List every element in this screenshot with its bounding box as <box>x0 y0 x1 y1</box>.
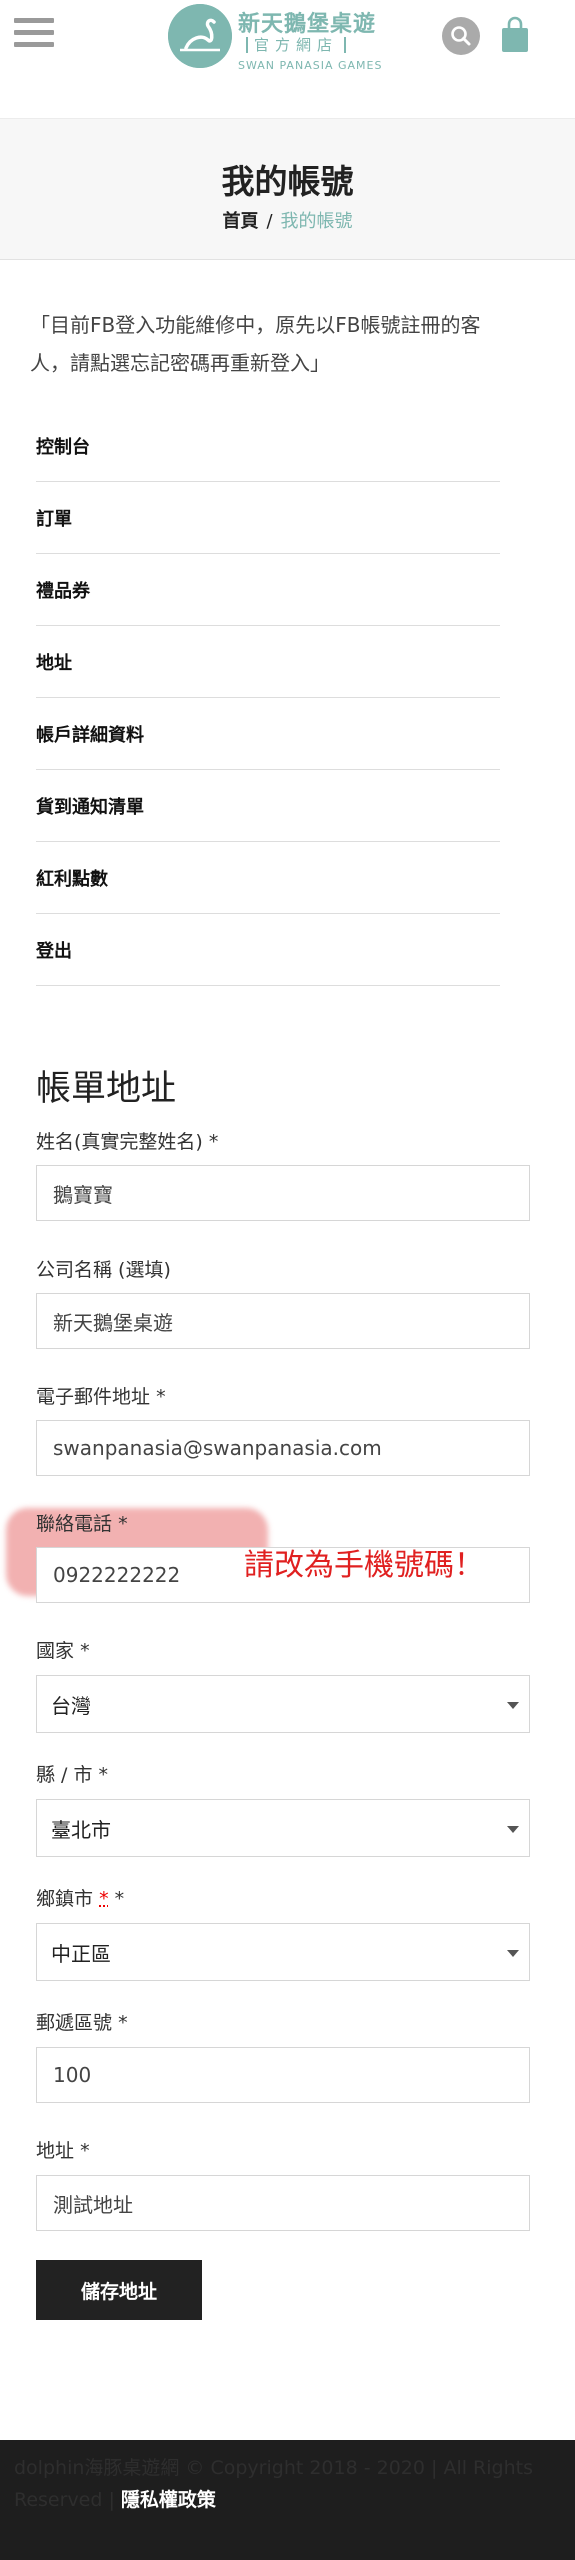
email-label: 電子郵件地址 * <box>36 1386 166 1408</box>
country-label: 國家 * <box>36 1640 90 1662</box>
shopping-bag-icon <box>502 16 528 52</box>
nav-item-back-in-stock-list[interactable]: 貨到通知清單 <box>36 770 500 842</box>
chevron-down-icon <box>507 1950 519 1957</box>
county-label: 縣 / 市 * <box>36 1764 109 1786</box>
nav-item-reward-points[interactable]: 紅利點數 <box>36 842 500 914</box>
company-label: 公司名稱 (選填) <box>36 1259 171 1281</box>
breadcrumb-home-link[interactable]: 首頁 <box>222 211 258 232</box>
breadcrumb-separator: / <box>266 211 273 232</box>
privacy-policy-link[interactable]: 隱私權政策 <box>121 2489 216 2511</box>
township-value: 中正區 <box>51 1941 111 1966</box>
search-button[interactable] <box>442 17 480 55</box>
address-label: 地址 * <box>36 2140 90 2162</box>
swan-logo-icon <box>168 4 232 68</box>
site-logo[interactable]: 新天鵝堡桌遊 官方網店 SWAN PANASIA GAMES <box>168 2 388 72</box>
country-select[interactable]: 台灣 <box>36 1675 530 1733</box>
county-value: 臺北市 <box>51 1817 111 1842</box>
logo-english: SWAN PANASIA GAMES <box>238 59 383 72</box>
chevron-down-icon <box>507 1702 519 1709</box>
address-field[interactable]: 測試地址 <box>36 2175 530 2231</box>
billing-address-title: 帳單地址 <box>36 1069 177 1109</box>
nav-item-gift-cards[interactable]: 禮品券 <box>36 554 500 626</box>
account-navigation: 控制台 訂單 禮品券 地址 帳戶詳細資料 貨到通知清單 紅利點數 登出 <box>36 410 500 986</box>
nav-item-addresses[interactable]: 地址 <box>36 626 500 698</box>
country-value: 台灣 <box>51 1693 91 1718</box>
email-field[interactable]: swanpanasia@swanpanasia.com <box>36 1420 530 1476</box>
zip-field[interactable]: 100 <box>36 2047 530 2103</box>
name-label: 姓名(真實完整姓名) * <box>36 1131 219 1153</box>
footer-copyright: dolphin海豚桌遊網 © Copyright 2018 - 2020 | A… <box>14 2457 533 2511</box>
site-header: 新天鵝堡桌遊 官方網店 SWAN PANASIA GAMES <box>0 0 575 118</box>
search-icon <box>451 26 471 46</box>
hamburger-menu-icon[interactable] <box>14 18 54 54</box>
nav-item-orders[interactable]: 訂單 <box>36 482 500 554</box>
township-label: 鄉鎮市 * * <box>36 1888 125 1910</box>
page-title: 我的帳號 <box>221 162 354 201</box>
nav-item-dashboard[interactable]: 控制台 <box>36 410 500 482</box>
nav-item-account-details[interactable]: 帳戶詳細資料 <box>36 698 500 770</box>
page-title-band: 我的帳號 首頁 / 我的帳號 <box>0 118 575 260</box>
township-select[interactable]: 中正區 <box>36 1923 530 1981</box>
nav-item-logout[interactable]: 登出 <box>36 914 500 986</box>
breadcrumb: 首頁 / 我的帳號 <box>0 207 575 233</box>
logo-name: 新天鵝堡桌遊 <box>238 12 377 37</box>
company-field[interactable]: 新天鵝堡桌遊 <box>36 1293 530 1349</box>
breadcrumb-current: 我的帳號 <box>280 211 353 232</box>
zip-label: 郵遞區號 * <box>36 2012 128 2034</box>
fb-login-notice: 「目前FB登入功能維修中，原先以FB帳號註冊的客人，請點選忘記密碼再重新登入」 <box>30 313 481 375</box>
logo-subtitle: 官方網店 <box>246 37 347 53</box>
save-address-button[interactable]: 儲存地址 <box>36 2260 202 2320</box>
cart-button[interactable] <box>500 16 530 54</box>
name-field[interactable]: 鵝寶寶 <box>36 1165 530 1221</box>
phone-annotation: 請改為手機號碼！ <box>244 1548 484 1583</box>
site-footer: dolphin海豚桌遊網 © Copyright 2018 - 2020 | A… <box>0 2440 575 2560</box>
chevron-down-icon <box>507 1826 519 1833</box>
county-select[interactable]: 臺北市 <box>36 1799 530 1857</box>
phone-label: 聯絡電話 * <box>36 1513 128 1535</box>
